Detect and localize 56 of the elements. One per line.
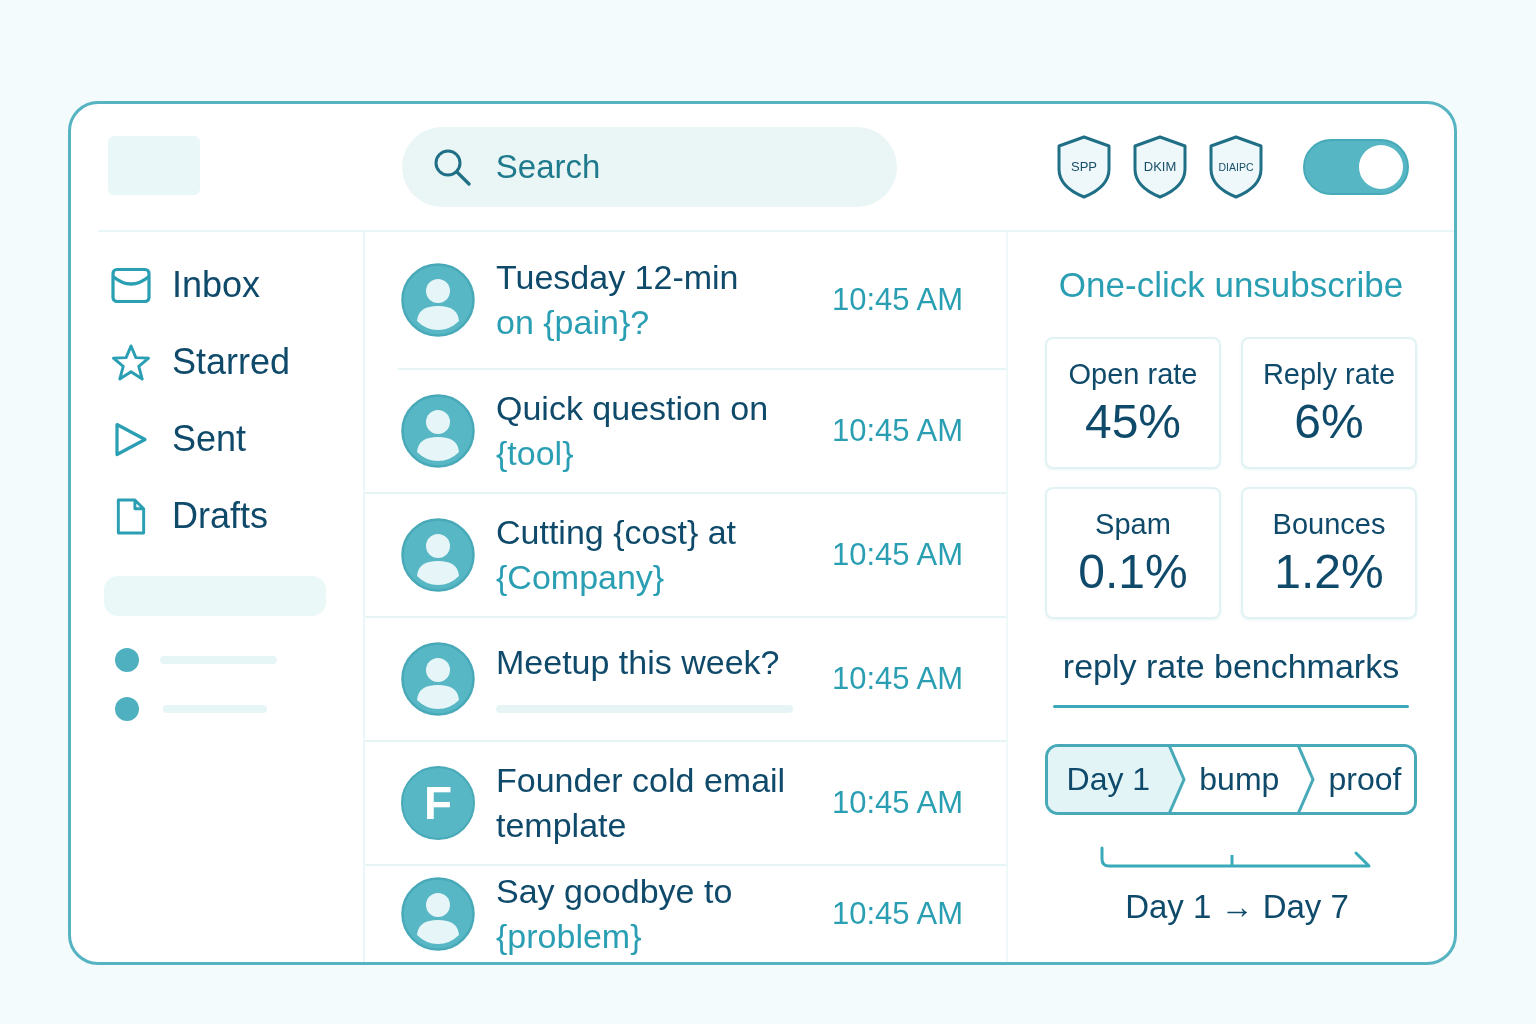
shield-icon <box>1057 135 1111 199</box>
avatar-initial: F <box>401 766 475 840</box>
envelope-icon <box>111 266 151 304</box>
badge-label: DIAIPC <box>1218 161 1254 173</box>
dot-icon <box>115 648 139 672</box>
nav-item[interactable]: Starred <box>111 337 291 387</box>
benchmarks-heading: reply rate benchmarks <box>1062 646 1400 687</box>
chevron-icon <box>1162 747 1187 812</box>
email-subject-variable: {Company} <box>496 557 666 598</box>
email-row[interactable]: F Founder cold email template 10:45 AM <box>365 742 1006 866</box>
search-icon <box>432 148 471 186</box>
email-row[interactable]: Cutting {cost} at {Company} 10:45 AM <box>365 494 1006 618</box>
avatar-icon <box>401 877 475 951</box>
email-row[interactable]: Say goodbye to {problem} 10:45 AM <box>365 866 1006 962</box>
toggle-switch[interactable] <box>1303 139 1409 195</box>
nav-item[interactable]: Sent <box>111 414 247 464</box>
avatar-icon <box>401 642 475 716</box>
avatar-icon <box>401 263 475 337</box>
email-time: 10:45 AM <box>832 537 963 573</box>
stat-label: Bounces <box>1272 507 1386 542</box>
email-time: 10:45 AM <box>832 661 963 697</box>
avatar-icon <box>401 394 475 468</box>
email-subject: Tuesday 12-min <box>496 257 740 298</box>
email-subject-variable: {problem} <box>496 916 643 957</box>
stat-value: 6% <box>1294 394 1364 450</box>
email-time: 10:45 AM <box>832 785 963 821</box>
shield-icon <box>1133 135 1187 199</box>
stat-label: Open rate <box>1068 357 1198 392</box>
email-subject: Founder cold email template <box>496 760 787 846</box>
email-row[interactable]: Tuesday 12-min on {pain}? 10:45 AM <box>398 232 1006 370</box>
dot-icon <box>115 697 139 721</box>
search-field[interactable]: Search <box>401 127 898 207</box>
email-time: 10:45 AM <box>832 282 963 318</box>
badge-label: SPP <box>1071 159 1098 174</box>
email-subject: Meetup this week? <box>496 641 781 683</box>
avatar-icon <box>401 518 475 592</box>
badge-label: DKIM <box>1143 159 1177 174</box>
email-subject: Cutting {cost} at <box>496 512 738 553</box>
email-subject: Say goodbye to <box>496 871 734 912</box>
stat-value: 1.2% <box>1274 544 1384 600</box>
stat-label: Reply rate <box>1262 357 1396 392</box>
email-row[interactable]: Meetup this week? 10:45 AM <box>365 618 1006 742</box>
nav-item[interactable]: Drafts <box>111 491 268 541</box>
email-time: 10:45 AM <box>832 896 963 932</box>
email-row[interactable]: Quick question on {tool} 10:45 AM <box>365 370 1006 494</box>
email-time: 10:45 AM <box>832 413 963 449</box>
email-subject-variable: {tool} <box>496 433 575 474</box>
timeline-caption: Day 1 → Day 7 <box>1125 887 1349 927</box>
stat-label: Spam <box>1095 507 1171 542</box>
stat-value: 45% <box>1084 394 1182 450</box>
email-subject-variable: on {pain}? <box>496 302 651 343</box>
stat-value: 0.1% <box>1078 544 1188 600</box>
nav-item[interactable]: Inbox <box>111 260 261 310</box>
shield-icon <box>1209 135 1263 199</box>
star-icon <box>111 343 151 381</box>
email-subject: Quick question on <box>496 388 770 429</box>
